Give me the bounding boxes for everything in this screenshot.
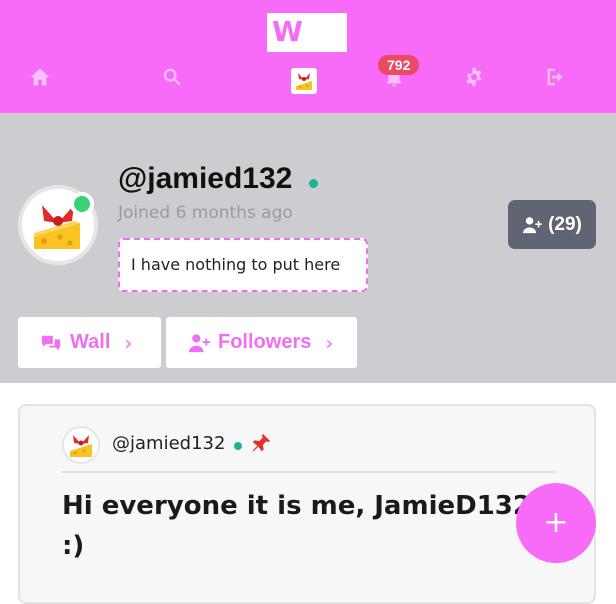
- tab-followers-label: Followers: [218, 331, 312, 353]
- online-status-indicator: [70, 192, 94, 216]
- post-divider: [62, 471, 556, 473]
- pin-icon: [252, 433, 271, 452]
- profile-header: @jamied132 Joined 6 months ago I have no…: [0, 113, 616, 383]
- search-icon[interactable]: [159, 64, 185, 90]
- joined-date: Joined 6 months ago: [118, 203, 293, 223]
- user-plus-icon: [523, 216, 542, 233]
- post-author-online-dot: [234, 442, 242, 450]
- bio-box: I have nothing to put here: [118, 238, 368, 292]
- online-dot: [309, 179, 318, 188]
- site-logo[interactable]: W: [267, 13, 347, 52]
- new-post-button[interactable]: +: [516, 483, 596, 563]
- tab-wall[interactable]: Wall ›: [18, 317, 161, 368]
- post-body: Hi everyone it is me, JamieD132 :): [62, 491, 531, 561]
- nav-profile-avatar[interactable]: [291, 68, 317, 94]
- gear-icon[interactable]: [461, 64, 487, 90]
- post-author-username[interactable]: @jamied132: [112, 433, 225, 454]
- post-card: @jamied132 Hi everyone it is me, JamieD1…: [18, 404, 596, 604]
- comments-icon: [41, 335, 61, 350]
- chevron-right-icon: ›: [124, 330, 133, 355]
- notification-count-badge: 792: [378, 55, 420, 75]
- chevron-right-icon: ›: [325, 330, 334, 355]
- add-friend-button[interactable]: (29): [508, 200, 596, 249]
- user-plus-icon: [189, 333, 210, 352]
- logo-text: W: [272, 15, 303, 48]
- top-nav-bar: W 792: [0, 0, 616, 113]
- post-author-avatar[interactable]: [62, 426, 100, 464]
- home-icon[interactable]: [27, 64, 53, 90]
- tab-followers[interactable]: Followers ›: [166, 317, 357, 368]
- logout-icon[interactable]: [542, 64, 568, 90]
- friend-count: (29): [548, 213, 582, 235]
- plus-icon: +: [543, 505, 569, 540]
- bio-text: I have nothing to put here: [131, 255, 341, 274]
- profile-username: @jamied132: [118, 162, 293, 195]
- tab-wall-label: Wall: [70, 331, 111, 353]
